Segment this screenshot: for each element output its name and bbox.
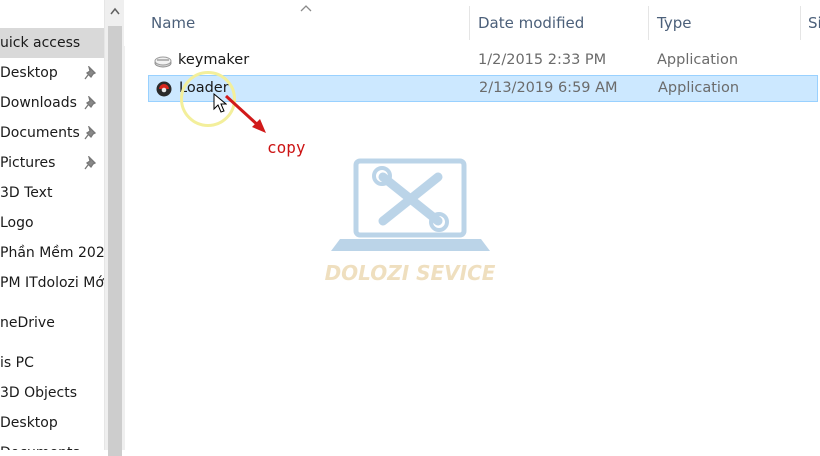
nav-item-label: Documents <box>0 125 80 141</box>
nav-item-label: Downloads <box>0 95 77 111</box>
nav-item-label: neDrive <box>0 315 55 331</box>
column-header-date[interactable]: Date modified <box>478 14 584 32</box>
column-divider[interactable] <box>800 6 801 40</box>
loader-app-icon <box>156 81 172 97</box>
file-type: Application <box>657 52 739 68</box>
nav-item-label: Desktop <box>0 65 58 81</box>
scroll-thumb[interactable] <box>108 26 122 456</box>
nav-item-documents-pc[interactable]: Documents <box>0 438 104 450</box>
nav-item-label: 3D Objects <box>0 385 78 401</box>
nav-item-label: Documents <box>0 438 80 450</box>
nav-item-label: PM ITdolozi Mới <box>0 275 104 291</box>
nav-item-pictures[interactable]: Pictures <box>0 148 104 178</box>
nav-scrollbar[interactable] <box>104 0 125 456</box>
nav-item-documents[interactable]: Documents <box>0 118 104 148</box>
watermark-logo: DOLOZI SEVICE <box>325 158 496 285</box>
pin-icon <box>84 96 97 110</box>
file-date-modified: 1/2/2015 2:33 PM <box>478 52 607 68</box>
nav-item-logo[interactable]: Logo <box>0 208 104 238</box>
nav-item-label: Phần Mềm 2023 <box>0 245 104 261</box>
column-header-type[interactable]: Type <box>657 14 691 32</box>
watermark-text: DOLOZI SEVICE <box>325 261 496 285</box>
nav-item-label: Desktop <box>0 415 58 431</box>
nav-item-label: uick access <box>0 35 81 51</box>
column-divider[interactable] <box>469 6 470 40</box>
nav-item-desktop[interactable]: Desktop <box>0 58 104 88</box>
column-header-size[interactable]: Si <box>808 14 820 32</box>
column-divider[interactable] <box>648 6 649 40</box>
navigation-pane: uick access Desktop Downloads Documents … <box>0 0 104 450</box>
copy-annotation: copy <box>267 138 306 157</box>
nav-item-3d-text[interactable]: 3D Text <box>0 178 104 208</box>
nav-item-onedrive[interactable]: neDrive <box>0 308 104 338</box>
column-header-name[interactable]: Name <box>151 14 195 32</box>
nav-item-desktop-pc[interactable]: Desktop <box>0 408 104 438</box>
column-header-bar: Name Date modified Type Si <box>124 0 820 46</box>
nav-item-label: Pictures <box>0 155 56 171</box>
keymaker-app-icon <box>154 56 172 68</box>
nav-item-label: Logo <box>0 215 34 231</box>
file-date-modified: 2/13/2019 6:59 AM <box>479 80 618 96</box>
nav-item-pm-itdolozi-moi[interactable]: PM ITdolozi Mới <box>0 268 104 298</box>
nav-item-this-pc[interactable]: is PC <box>0 348 104 378</box>
pin-icon <box>84 156 97 170</box>
nav-item-phan-mem-2023[interactable]: Phần Mềm 2023 <box>0 238 104 268</box>
sort-ascending-icon <box>300 5 312 12</box>
nav-item-3d-objects[interactable]: 3D Objects <box>0 378 104 408</box>
nav-item-label: 3D Text <box>0 185 53 201</box>
scroll-up-icon[interactable] <box>105 0 125 22</box>
nav-item-quick-access[interactable]: uick access <box>0 28 104 58</box>
file-row[interactable]: keymaker 1/2/2015 2:33 PM Application <box>148 48 818 75</box>
red-arrow-icon <box>224 94 266 133</box>
pin-icon <box>84 66 97 80</box>
nav-item-downloads[interactable]: Downloads <box>0 88 104 118</box>
file-name: keymaker <box>178 52 250 68</box>
nav-item-label: is PC <box>0 355 34 371</box>
pin-icon <box>84 126 97 140</box>
file-type: Application <box>658 80 740 96</box>
